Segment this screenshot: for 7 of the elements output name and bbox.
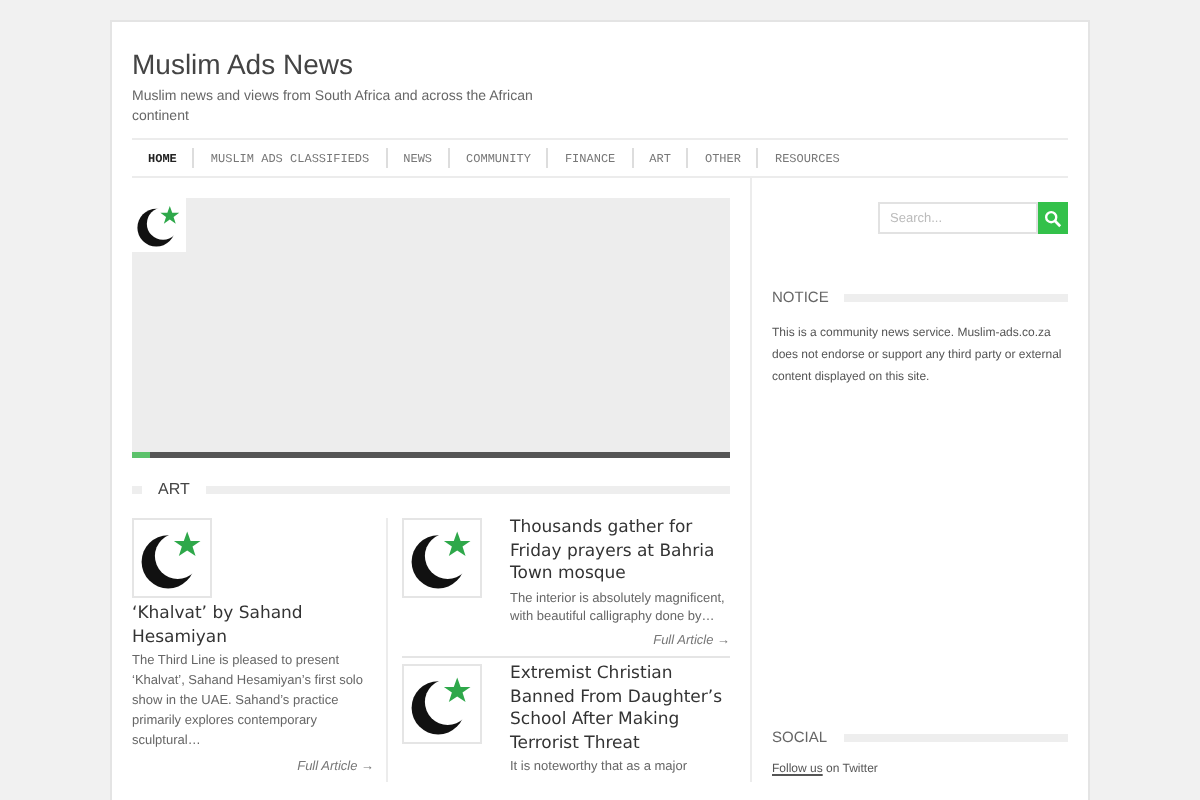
site-title[interactable]: Muslim Ads News (132, 46, 1068, 82)
search-button[interactable] (1038, 202, 1068, 234)
article-title[interactable]: Thousands gather for Friday prayers at Bahria Town mosque (510, 518, 730, 587)
article-title[interactable]: Extremist Christian Banned From Daughter’s School After Making Terrorist Threat (510, 664, 730, 757)
search-icon (1044, 209, 1062, 227)
article-title[interactable]: ‘Khalvat’ by Sahand Hesamiyan (132, 602, 374, 650)
section-heading: ART (158, 478, 190, 502)
